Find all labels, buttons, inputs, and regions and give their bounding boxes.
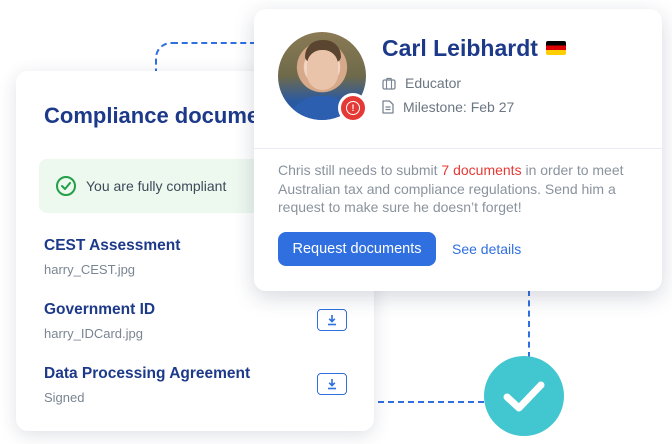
compliance-status-text: You are fully compliant [86,178,227,194]
document-icon [382,100,394,114]
connector-line-vertical [528,290,530,358]
check-circle-icon [56,176,76,196]
role-row: Educator [382,75,461,91]
request-documents-button[interactable]: Request documents [278,232,436,266]
document-file: harry_CEST.jpg [44,262,136,277]
request-message: Chris still needs to submit 7 documents … [278,161,643,217]
download-government-id-button[interactable] [317,309,347,331]
avatar-face [307,50,338,90]
download-data-processing-button[interactable] [317,373,347,395]
divider [254,148,662,149]
document-file: Signed [44,390,85,405]
connector-line-top [172,42,256,44]
download-icon [328,315,336,326]
person-name: Carl Leibhardt [382,35,538,61]
checkmark-icon [484,356,564,436]
missing-documents-count: 7 documents [441,162,522,178]
see-details-link[interactable]: See details [452,241,521,257]
germany-flag-icon [545,40,566,55]
document-item-data-processing: Data Processing Agreement Signed [44,365,250,405]
document-file: harry_IDCard.jpg [44,326,143,341]
message-text: Chris still needs to submit [278,162,442,178]
milestone-text: Milestone: Feb 27 [403,99,515,115]
document-name: Government ID [44,301,156,318]
role-text: Educator [405,75,462,91]
document-item-cest: CEST Assessment harry_CEST.jpg [44,237,180,277]
alert-icon: ! [338,93,368,123]
document-name: CEST Assessment [44,237,181,254]
download-icon [328,379,336,390]
profile-card: ! Carl Leibhardt Educator Milestone: Feb… [254,9,662,291]
document-item-government-id: Government ID harry_IDCard.jpg [44,301,155,341]
briefcase-icon [382,77,396,90]
document-name: Data Processing Agreement [44,365,251,382]
milestone-row: Milestone: Feb 27 [382,99,514,115]
person-name-heading: Carl Leibhardt [382,35,566,62]
connector-line-top-corner [155,42,175,72]
connector-line-bottom [378,401,484,403]
